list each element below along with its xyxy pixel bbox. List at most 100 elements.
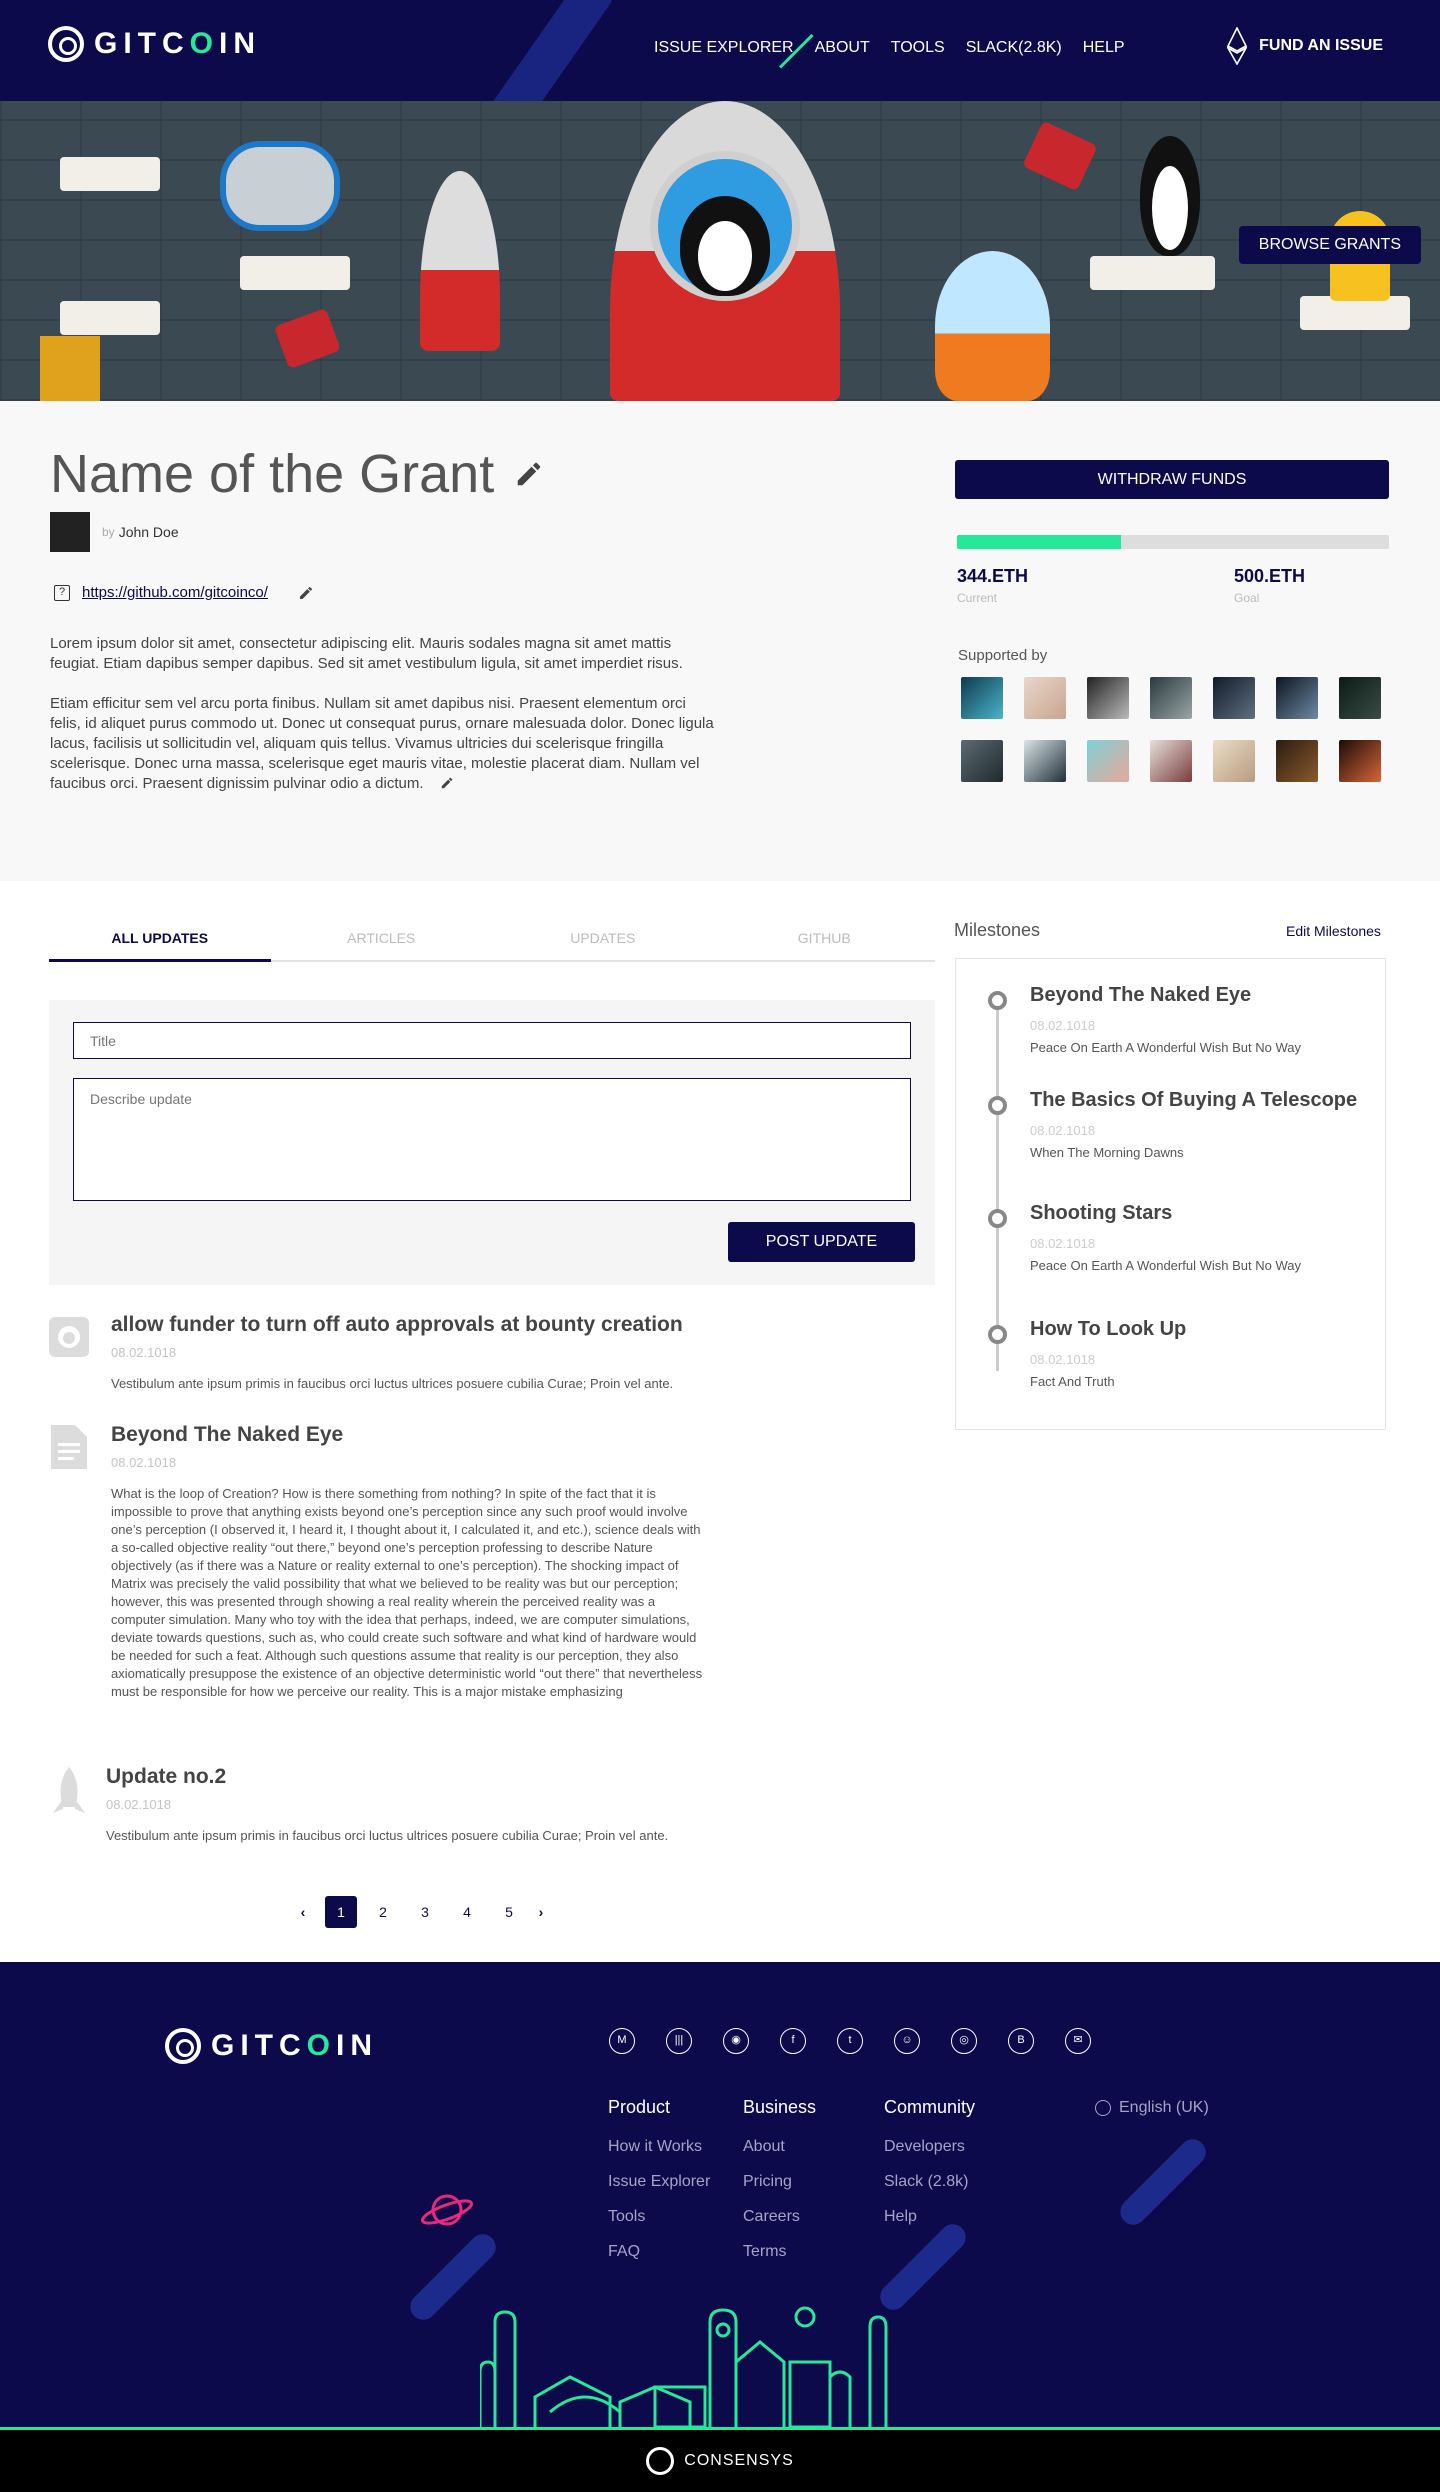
footer-link[interactable]: Developers bbox=[884, 2138, 975, 2156]
footer-link[interactable]: Issue Explorer bbox=[608, 2173, 710, 2191]
footer-link[interactable]: Terms bbox=[743, 2243, 816, 2261]
gitcoin-logo-icon bbox=[165, 2028, 201, 2064]
milestone-date: 08.02.1018 bbox=[1030, 1123, 1096, 1138]
twitter-icon[interactable]: t bbox=[837, 2028, 863, 2054]
footer-gitcoin-logo[interactable]: GITCOIN bbox=[165, 2028, 378, 2064]
chevron-left-icon[interactable]: ‹ bbox=[293, 1904, 313, 1920]
nav-help[interactable]: HELP bbox=[1083, 39, 1125, 57]
milestone-title[interactable]: Beyond The Naked Eye bbox=[1030, 984, 1251, 1007]
supporter-avatar[interactable] bbox=[1087, 677, 1129, 719]
supporter-avatar[interactable] bbox=[1276, 677, 1318, 719]
supporter-avatar[interactable] bbox=[1213, 677, 1255, 719]
grant-author: by John Doe bbox=[50, 512, 179, 552]
github-icon bbox=[49, 1317, 89, 1357]
footer-column-heading: Community bbox=[884, 2097, 976, 2117]
nav-about[interactable]: ABOUT bbox=[815, 39, 870, 57]
nav-issue-explorer[interactable]: ISSUE EXPLORER bbox=[654, 39, 794, 57]
supporter-avatar[interactable] bbox=[961, 740, 1003, 782]
post-update-button[interactable]: POST UPDATE bbox=[728, 1222, 915, 1262]
github-icon[interactable]: ◉ bbox=[723, 2028, 749, 2054]
footer-column-heading: Business bbox=[743, 2097, 817, 2117]
email-icon[interactable]: ✉ bbox=[1065, 2028, 1091, 2054]
supporter-avatar[interactable] bbox=[961, 677, 1003, 719]
astronaut-penguin bbox=[935, 251, 1050, 401]
page-2[interactable]: 2 bbox=[367, 1896, 399, 1928]
footer-link[interactable]: Pricing bbox=[743, 2173, 816, 2191]
supporter-avatar[interactable] bbox=[1276, 740, 1318, 782]
nav-slack[interactable]: SLACK(2.8K) bbox=[966, 39, 1062, 57]
milestone-date: 08.02.1018 bbox=[1030, 1236, 1096, 1251]
nav-tools[interactable]: TOOLS bbox=[891, 39, 945, 57]
fund-an-issue-label: FUND AN ISSUE bbox=[1259, 37, 1383, 54]
edit-pencil-icon[interactable] bbox=[440, 776, 454, 790]
supporter-avatar[interactable] bbox=[1213, 740, 1255, 782]
tab-articles[interactable]: ARTICLES bbox=[271, 912, 493, 960]
footer-link[interactable]: FAQ bbox=[608, 2243, 710, 2261]
shelf bbox=[60, 301, 160, 335]
withdraw-funds-button[interactable]: WITHDRAW FUNDS bbox=[955, 460, 1389, 499]
gitter-icon[interactable]: ||| bbox=[666, 2028, 692, 2054]
milestone-title[interactable]: Shooting Stars bbox=[1030, 1202, 1172, 1225]
supporter-avatar[interactable] bbox=[1087, 740, 1129, 782]
author-avatar[interactable] bbox=[50, 512, 90, 552]
consensys-bar[interactable]: CONSENSYS bbox=[0, 2430, 1440, 2492]
update-description-input[interactable] bbox=[73, 1078, 911, 1201]
consensys-label: CONSENSYS bbox=[684, 2452, 794, 2469]
tab-github[interactable]: GITHUB bbox=[714, 912, 936, 960]
page-3[interactable]: 3 bbox=[409, 1896, 441, 1928]
supporter-avatar[interactable] bbox=[1024, 677, 1066, 719]
planet-icon bbox=[420, 2194, 474, 2226]
update-title[interactable]: allow funder to turn off auto approvals … bbox=[111, 1313, 683, 1337]
page-1[interactable]: 1 bbox=[325, 1896, 357, 1928]
tab-all-updates[interactable]: ALL UPDATES bbox=[49, 912, 271, 962]
page-5[interactable]: 5 bbox=[493, 1896, 525, 1928]
milestone-date: 08.02.1018 bbox=[1030, 1352, 1096, 1367]
footer-column-business: Business About Pricing Careers Terms bbox=[743, 2097, 816, 2278]
edit-pencil-icon[interactable] bbox=[514, 459, 544, 489]
supporter-avatar[interactable] bbox=[1150, 740, 1192, 782]
update-title-input[interactable] bbox=[73, 1022, 911, 1059]
pagination: ‹ 1 2 3 4 5 › bbox=[293, 1896, 563, 1928]
browse-grants-button[interactable]: BROWSE GRANTS bbox=[1238, 226, 1421, 264]
goal-funding: 500.ETH Goal bbox=[1234, 566, 1305, 605]
fund-an-issue-button[interactable]: FUND AN ISSUE bbox=[1227, 27, 1383, 65]
gitcoin-logo[interactable]: GITCOIN bbox=[48, 26, 261, 62]
footer-link[interactable]: Tools bbox=[608, 2208, 710, 2226]
discord-icon[interactable]: ◎ bbox=[951, 2028, 977, 2054]
update-title[interactable]: Beyond The Naked Eye bbox=[111, 1423, 343, 1447]
supporter-avatar[interactable] bbox=[1339, 677, 1381, 719]
footer-link[interactable]: About bbox=[743, 2138, 816, 2156]
decorative-streak bbox=[479, 0, 621, 101]
gitcoin-logo-icon bbox=[48, 26, 84, 62]
language-selector[interactable]: English (UK) bbox=[1095, 2099, 1209, 2117]
footer-link[interactable]: Slack (2.8k) bbox=[884, 2173, 975, 2191]
footer-link[interactable]: How it Works bbox=[608, 2138, 710, 2156]
footer-link[interactable]: Help bbox=[884, 2208, 975, 2226]
language-label: English (UK) bbox=[1119, 2099, 1209, 2116]
bitcoin-icon[interactable]: B bbox=[1008, 2028, 1034, 2054]
timeline-dot bbox=[988, 1325, 1007, 1344]
footer-link[interactable]: Careers bbox=[743, 2208, 816, 2226]
supported-by-heading: Supported by bbox=[958, 647, 1048, 664]
reddit-icon[interactable]: ☺ bbox=[894, 2028, 920, 2054]
timeline-dot bbox=[988, 1096, 1007, 1115]
supporter-avatar[interactable] bbox=[1339, 740, 1381, 782]
chevron-right-icon[interactable]: › bbox=[531, 1904, 551, 1920]
edit-milestones-link[interactable]: Edit Milestones bbox=[1286, 923, 1381, 939]
supporter-avatar[interactable] bbox=[1024, 740, 1066, 782]
footer-column-community: Community Developers Slack (2.8k) Help bbox=[884, 2097, 975, 2243]
milestone-title[interactable]: The Basics Of Buying A Telescope bbox=[1030, 1089, 1357, 1112]
update-body: Vestibulum ante ipsum primis in faucibus… bbox=[106, 1828, 669, 1843]
medium-icon[interactable]: M bbox=[609, 2028, 635, 2054]
page-4[interactable]: 4 bbox=[451, 1896, 483, 1928]
repository-link[interactable]: https://github.com/gitcoinco/ bbox=[82, 584, 268, 601]
supporter-avatar[interactable] bbox=[1150, 677, 1192, 719]
current-funding-label: Current bbox=[957, 591, 998, 605]
tab-updates[interactable]: UPDATES bbox=[492, 912, 714, 960]
edit-pencil-icon[interactable] bbox=[298, 585, 314, 601]
facebook-icon[interactable]: f bbox=[780, 2028, 806, 2054]
milestone-date: 08.02.1018 bbox=[1030, 1018, 1096, 1033]
author-name[interactable]: John Doe bbox=[119, 524, 179, 540]
update-title[interactable]: Update no.2 bbox=[106, 1765, 226, 1789]
milestone-title[interactable]: How To Look Up bbox=[1030, 1318, 1186, 1341]
